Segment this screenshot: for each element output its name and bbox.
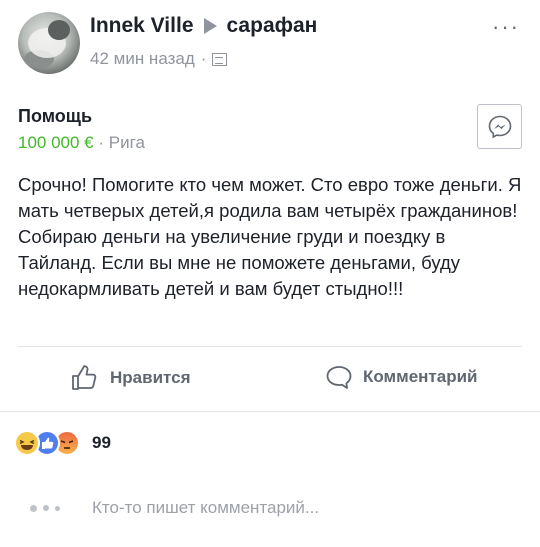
comment-button[interactable]: Комментарий: [325, 364, 477, 390]
globe-icon: [212, 52, 228, 66]
typing-dots-icon: [30, 504, 66, 512]
sale-separator: ·: [98, 133, 105, 152]
haha-reaction-icon: [14, 430, 40, 456]
more-icon[interactable]: ···: [492, 14, 520, 40]
post-header: Innek Ville сарафан 42 мин назад · ···: [0, 0, 540, 90]
sale-price-line: 100 000 € · Рига: [18, 133, 145, 153]
sale-title: Помощь: [18, 106, 93, 126]
avatar[interactable]: [18, 12, 80, 74]
reactions-summary[interactable]: 99: [14, 430, 111, 456]
arrow-right-icon: [203, 18, 217, 34]
messenger-button[interactable]: [477, 104, 522, 149]
typing-text: Кто-то пишет комментарий...: [92, 498, 320, 517]
sale-location: Рига: [108, 133, 145, 152]
post-time[interactable]: 42 мин назад: [90, 49, 195, 69]
actions-divider: [18, 346, 522, 347]
reactions-divider: [0, 411, 540, 412]
messenger-icon: [488, 115, 511, 138]
post-text: Срочно! Помогите кто чем может. Сто евро…: [18, 174, 522, 299]
sale-price: 100 000 €: [18, 133, 94, 152]
reaction-count: 99: [92, 433, 111, 452]
comment-label: Комментарий: [363, 367, 478, 386]
group-name[interactable]: сарафан: [227, 14, 318, 38]
like-button[interactable]: Нравится: [70, 364, 191, 392]
post-author-line: Innek Ville сарафан: [90, 14, 317, 38]
like-icon: [72, 365, 97, 390]
comment-icon: [326, 366, 352, 389]
post-meta: 42 мин назад ·: [90, 49, 228, 69]
author-name[interactable]: Innek Ville: [90, 14, 194, 38]
like-label: Нравится: [110, 368, 191, 387]
typing-indicator: Кто-то пишет комментарий...: [30, 498, 319, 518]
meta-separator: ·: [200, 49, 207, 68]
